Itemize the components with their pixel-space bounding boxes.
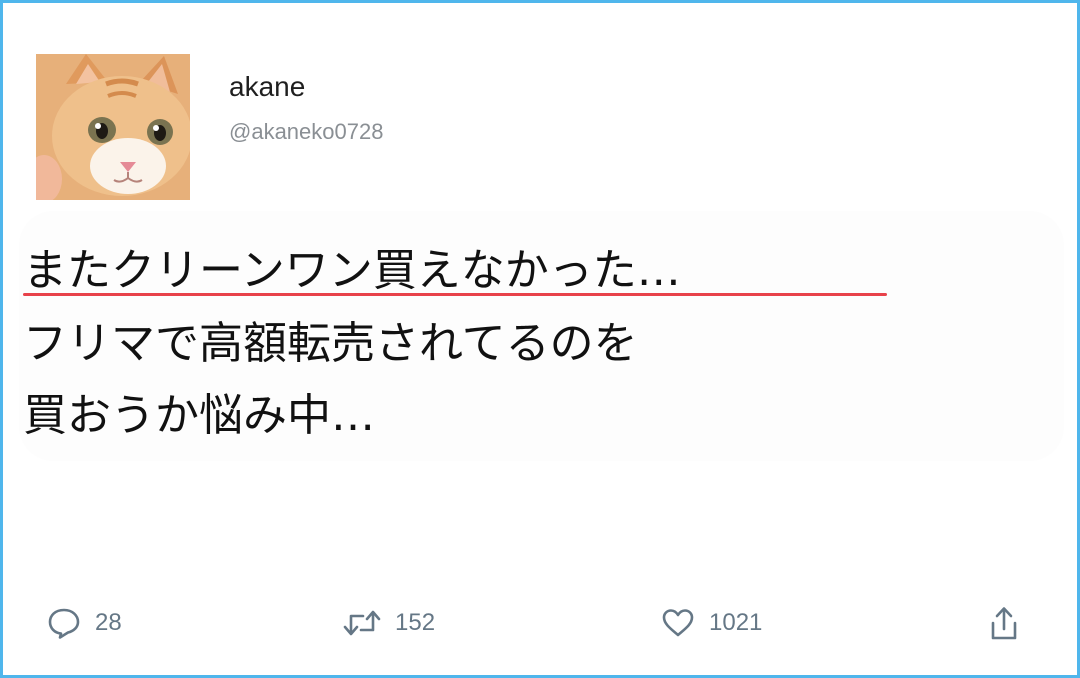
tweet-text-line: フリマで高額転売されてるのを xyxy=(23,318,638,369)
display-name[interactable]: akane xyxy=(229,71,305,103)
retweet-button[interactable]: 152 xyxy=(343,603,435,643)
tweet-card: akane @akaneko0728 またクリーンワン買えなかった… フリマで高… xyxy=(0,0,1080,678)
cat-photo-icon xyxy=(36,54,190,200)
user-handle[interactable]: @akaneko0728 xyxy=(229,119,383,145)
reply-button[interactable]: 28 xyxy=(47,603,122,643)
retweet-count: 152 xyxy=(395,609,436,636)
tweet-text-line: 買おうか悩み中… xyxy=(23,390,375,441)
share-button[interactable] xyxy=(988,603,1020,643)
tweet-text-line: またクリーンワン買えなかった… xyxy=(23,245,681,296)
like-button[interactable]: 1021 xyxy=(661,603,762,643)
like-count: 1021 xyxy=(709,609,763,636)
share-icon xyxy=(991,607,1017,640)
reply-count: 28 xyxy=(95,609,122,636)
heart-icon xyxy=(662,609,694,637)
reply-icon xyxy=(48,608,80,639)
retweet-icon xyxy=(343,610,381,636)
highlight-underline xyxy=(23,293,887,296)
avatar[interactable] xyxy=(36,54,190,200)
